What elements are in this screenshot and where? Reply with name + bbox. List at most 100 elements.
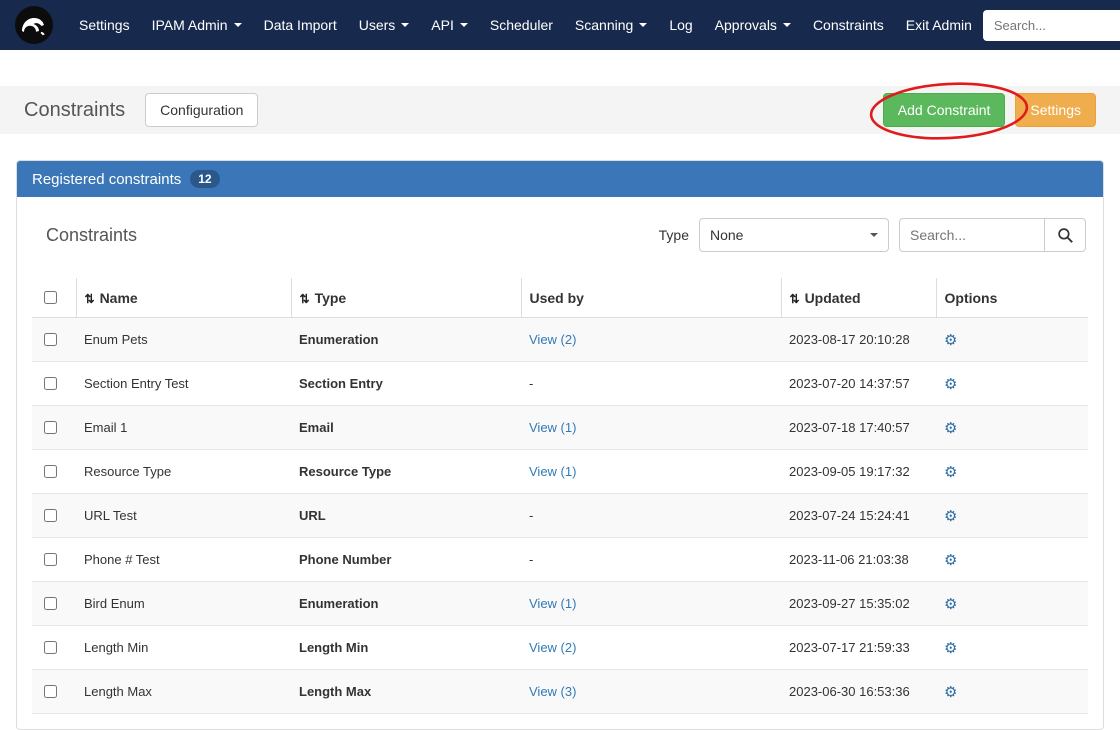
gear-icon[interactable]: ⚙ <box>944 508 957 525</box>
cell-options: ⚙ <box>936 626 1088 670</box>
table-row: URL TestURL-2023-07-24 15:24:41⚙ <box>32 494 1088 538</box>
gear-icon[interactable]: ⚙ <box>944 464 957 481</box>
gear-icon[interactable]: ⚙ <box>944 420 957 437</box>
navbar-search-input[interactable] <box>983 10 1120 41</box>
cell-used-by: - <box>521 538 781 582</box>
column-header-options: Options <box>936 278 1088 318</box>
cell-type: Phone Number <box>291 538 521 582</box>
row-checkbox[interactable] <box>44 421 57 434</box>
cell-name: Resource Type <box>76 450 291 494</box>
cell-used-by: View (2) <box>521 626 781 670</box>
cell-used-by: View (3) <box>521 670 781 714</box>
used-by-link[interactable]: View (1) <box>529 596 576 611</box>
row-checkbox[interactable] <box>44 465 57 478</box>
cell-options: ⚙ <box>936 494 1088 538</box>
cell-options: ⚙ <box>936 538 1088 582</box>
nav-item-label: Approvals <box>715 17 777 33</box>
cell-updated: 2023-06-30 16:53:36 <box>781 670 936 714</box>
nav-item-data-import[interactable]: Data Import <box>253 0 348 50</box>
column-header-type[interactable]: ⇅Type <box>291 278 521 318</box>
gear-icon[interactable]: ⚙ <box>944 596 957 613</box>
used-by-empty: - <box>529 508 533 523</box>
settings-button[interactable]: Settings <box>1015 93 1096 128</box>
row-checkbox[interactable] <box>44 377 57 390</box>
cell-used-by: View (2) <box>521 318 781 362</box>
column-header-used-by: Used by <box>521 278 781 318</box>
cell-name: Section Entry Test <box>76 362 291 406</box>
used-by-link[interactable]: View (2) <box>529 332 576 347</box>
nav-item-scanning[interactable]: Scanning <box>564 0 658 50</box>
row-checkbox[interactable] <box>44 597 57 610</box>
logo-icon[interactable] <box>14 5 54 45</box>
nav-item-constraints[interactable]: Constraints <box>802 0 895 50</box>
gear-icon[interactable]: ⚙ <box>944 684 957 701</box>
used-by-link[interactable]: View (2) <box>529 640 576 655</box>
nav-item-settings[interactable]: Settings <box>68 0 141 50</box>
cell-type: Enumeration <box>291 582 521 626</box>
row-checkbox[interactable] <box>44 553 57 566</box>
used-by-link[interactable]: View (1) <box>529 420 576 435</box>
cell-options: ⚙ <box>936 582 1088 626</box>
used-by-link[interactable]: View (3) <box>529 684 576 699</box>
row-checkbox[interactable] <box>44 333 57 346</box>
count-badge: 12 <box>190 170 219 188</box>
cell-updated: 2023-07-18 17:40:57 <box>781 406 936 450</box>
cell-type: Section Entry <box>291 362 521 406</box>
used-by-link[interactable]: View (1) <box>529 464 576 479</box>
gear-icon[interactable]: ⚙ <box>944 376 957 393</box>
nav-item-exit-admin[interactable]: Exit Admin <box>895 0 983 50</box>
chevron-down-icon <box>870 233 878 241</box>
navbar-search-group <box>983 10 1120 41</box>
toolbar-title: Constraints <box>46 225 137 246</box>
sort-icon: ⇅ <box>790 292 800 306</box>
used-by-empty: - <box>529 376 533 391</box>
nav-item-log[interactable]: Log <box>658 0 703 50</box>
nav-item-users[interactable]: Users <box>348 0 421 50</box>
constraints-table: ⇅Name⇅TypeUsed by⇅UpdatedOptions Enum Pe… <box>32 278 1088 714</box>
nav-item-api[interactable]: API <box>420 0 479 50</box>
nav-item-ipam-admin[interactable]: IPAM Admin <box>141 0 253 50</box>
panel-body: Constraints Type None <box>17 197 1103 729</box>
cell-options: ⚙ <box>936 362 1088 406</box>
cell-options: ⚙ <box>936 318 1088 362</box>
cell-updated: 2023-09-05 19:17:32 <box>781 450 936 494</box>
nav-item-label: Exit Admin <box>906 17 972 33</box>
configuration-button[interactable]: Configuration <box>145 93 258 128</box>
panel-title: Registered constraints <box>32 171 181 188</box>
nav-item-label: IPAM Admin <box>152 17 228 33</box>
cell-name: Length Min <box>76 626 291 670</box>
cell-type: URL <box>291 494 521 538</box>
cell-used-by: View (1) <box>521 582 781 626</box>
registered-constraints-panel: Registered constraints 12 Constraints Ty… <box>16 160 1104 730</box>
table-search-button[interactable] <box>1044 218 1086 252</box>
type-filter-value: None <box>710 227 743 243</box>
table-search-input[interactable] <box>899 218 1044 252</box>
column-header-updated[interactable]: ⇅Updated <box>781 278 936 318</box>
gear-icon[interactable]: ⚙ <box>944 640 957 657</box>
row-checkbox[interactable] <box>44 641 57 654</box>
sort-icon: ⇅ <box>85 292 95 306</box>
column-header-name[interactable]: ⇅Name <box>76 278 291 318</box>
cell-updated: 2023-07-24 15:24:41 <box>781 494 936 538</box>
gear-icon[interactable]: ⚙ <box>944 332 957 349</box>
cell-name: Bird Enum <box>76 582 291 626</box>
cell-updated: 2023-08-17 20:10:28 <box>781 318 936 362</box>
nav-item-label: Settings <box>79 17 130 33</box>
sort-icon: ⇅ <box>300 292 310 306</box>
type-filter-select[interactable]: None <box>699 218 889 252</box>
select-all-checkbox[interactable] <box>44 291 57 304</box>
cell-type: Length Max <box>291 670 521 714</box>
nav-item-scheduler[interactable]: Scheduler <box>479 0 564 50</box>
cell-updated: 2023-09-27 15:35:02 <box>781 582 936 626</box>
gear-icon[interactable]: ⚙ <box>944 552 957 569</box>
cell-used-by: - <box>521 494 781 538</box>
nav-item-approvals[interactable]: Approvals <box>704 0 802 50</box>
nav-item-label: Scheduler <box>490 17 553 33</box>
row-checkbox[interactable] <box>44 509 57 522</box>
select-all-header <box>32 278 76 318</box>
add-constraint-button[interactable]: Add Constraint <box>883 93 1006 128</box>
table-search-group <box>899 218 1086 252</box>
used-by-empty: - <box>529 552 533 567</box>
cell-options: ⚙ <box>936 670 1088 714</box>
page-title: Constraints <box>24 99 125 122</box>
